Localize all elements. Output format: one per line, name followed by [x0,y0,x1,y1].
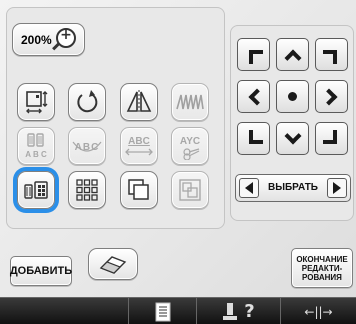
mirror-button[interactable] [120,83,158,121]
duplicate-icon [128,179,149,200]
triangle-right-icon [333,182,341,194]
move-left-button[interactable] [237,80,270,113]
corner-down-left-icon [248,129,263,144]
letter-cut-button[interactable]: AYC [171,127,209,165]
chevron-down-icon [284,127,301,144]
size-button[interactable] [17,83,55,121]
center-dot-icon [288,92,297,101]
end-edit-label-2: РЕДАКТИ- [301,263,343,273]
help-question-mark: ? [244,301,255,322]
settings-list-button[interactable] [128,298,196,324]
letter-cut-icon: AYC [180,136,200,160]
help-button[interactable]: ? [196,298,280,324]
end-edit-label-3: РОВАНИЯ [302,272,342,282]
move-up-button[interactable] [276,38,309,71]
svg-text:ABC: ABC [128,136,150,147]
corner-up-right-icon [322,49,337,64]
select-next-button[interactable] [327,178,347,198]
zoom-button[interactable]: 200% + [12,23,85,56]
end-edit-button[interactable]: ОКОНЧАНИЕ РЕДАКТИ- РОВАНИЯ [291,248,353,288]
list-icon [155,302,170,321]
zoom-in-icon: + [56,27,76,48]
rotate-button[interactable] [68,83,106,121]
pattern-select-bar: ВЫБРАТЬ [235,174,351,202]
embroidery-edit-screen: 200% + A B C ABC ABC AYC ВЫБРАТЬ ДОБАВИТ… [0,0,356,324]
corner-down-right-icon [322,129,337,144]
move-down-button[interactable] [276,122,309,155]
move-down-left-button[interactable] [237,122,270,155]
svg-text:ABC: ABC [75,142,100,153]
move-center-button[interactable] [276,80,309,113]
corner-up-left-icon [248,49,263,64]
mirror-icon [126,90,152,114]
zoom-label: 200% [21,32,52,47]
multicolor-icon: A B C [25,133,47,159]
multicolor-text-button[interactable]: A B C [17,127,55,165]
select-prev-button[interactable] [239,178,259,198]
move-right-button[interactable] [315,80,348,113]
color-change-button[interactable] [17,171,55,209]
end-edit-label-1: ОКОНЧАНИЕ [296,254,348,264]
text-curve-icon: ABC [72,141,102,153]
eraser-icon [99,256,127,274]
density-button[interactable] [171,83,209,121]
needle-move-icon: ←||→ [304,304,333,319]
move-up-right-button[interactable] [315,38,348,71]
triangle-left-icon [245,182,253,194]
group-button[interactable] [171,171,209,209]
move-down-right-button[interactable] [315,122,348,155]
group-icon [179,179,201,201]
rotate-icon [77,90,98,113]
spacing-button[interactable]: ABC [120,127,158,165]
stitch-density-icon [176,94,204,110]
text-spacing-icon: ABC [125,136,153,156]
add-button[interactable]: ДОБАВИТЬ [10,256,72,286]
thread-color-icon [24,181,48,199]
select-label: ВЫБРАТЬ [267,182,318,193]
border-grid-icon [76,179,98,201]
resize-icon [26,91,48,114]
move-up-left-button[interactable] [237,38,270,71]
chevron-up-icon [284,49,301,66]
array-curve-button[interactable]: ABC [68,127,106,165]
chevron-right-icon [320,88,337,105]
duplicate-button[interactable] [120,171,158,209]
bottom-bar: ? ←||→ [0,297,356,324]
border-button[interactable] [68,171,106,209]
chevron-left-icon [248,88,265,105]
machine-icon [223,302,238,320]
needle-position-button[interactable]: ←||→ [280,298,356,324]
svg-text:AYC: AYC [180,136,200,147]
svg-text:A B C: A B C [25,150,47,159]
delete-button[interactable] [88,248,138,280]
